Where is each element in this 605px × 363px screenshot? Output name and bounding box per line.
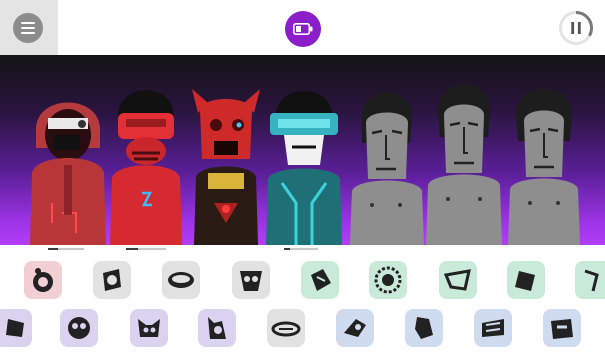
voice-sound-2-icon: [415, 317, 433, 339]
sound-icon-beat-4[interactable]: [232, 261, 270, 299]
sound-icon-melody-3[interactable]: [130, 309, 168, 347]
melody-sound-4-icon: [208, 317, 226, 339]
sound-icon-beat-3[interactable]: [162, 261, 200, 299]
top-bar: [0, 0, 605, 55]
sound-icon-effect-2[interactable]: [369, 261, 407, 299]
battery-button[interactable]: [285, 11, 321, 47]
battery-low-icon: [293, 23, 313, 35]
character-2-progress-bar: [126, 248, 166, 250]
character-2[interactable]: [104, 73, 188, 245]
beat-sound-4-icon: [240, 271, 262, 291]
hamburger-menu-icon: [21, 22, 35, 34]
character-7[interactable]: [502, 73, 586, 245]
sound-icon-beat-1[interactable]: [24, 261, 62, 299]
sound-icon-effect-4[interactable]: [507, 261, 545, 299]
voice-sound-1-icon: [344, 319, 366, 337]
melody-sound-3-icon: [138, 319, 160, 337]
character-4-progress-bar: [284, 248, 318, 250]
sound-icon-effect-1[interactable]: [301, 261, 339, 299]
sound-icon-effect-3[interactable]: [439, 261, 477, 299]
sound-icon-melody-1[interactable]: [0, 309, 32, 347]
sound-icon-melody-2[interactable]: [60, 309, 98, 347]
effect-sound-2-icon: [374, 266, 402, 294]
character-5[interactable]: [344, 73, 428, 245]
character-4[interactable]: [262, 73, 346, 245]
sound-icon-tray: [0, 253, 605, 363]
character-3[interactable]: [184, 73, 268, 245]
beat-sound-3-icon: [168, 272, 194, 288]
menu-tile: [0, 0, 58, 55]
character-1[interactable]: [26, 73, 110, 245]
menu-button[interactable]: [13, 13, 43, 43]
sound-icon-melody-5[interactable]: [267, 309, 305, 347]
character-stage: [0, 55, 605, 245]
melody-sound-5-icon: [271, 321, 301, 337]
sound-icon-voice-3[interactable]: [474, 309, 512, 347]
sound-icon-voice-1[interactable]: [336, 309, 374, 347]
beat-sound-2-icon: [103, 269, 121, 291]
melody-sound-2-icon: [68, 317, 90, 339]
character-6[interactable]: [422, 73, 506, 245]
beat-sound-1-icon: [33, 268, 53, 292]
pause-icon: [559, 11, 593, 45]
sound-icon-voice-2[interactable]: [405, 309, 443, 347]
pause-button[interactable]: [558, 10, 594, 46]
effect-sound-1-icon: [311, 269, 331, 291]
effect-sound-5-icon: [584, 269, 599, 292]
mix-progress-strip: [0, 245, 605, 253]
effect-sound-3-icon: [443, 269, 471, 291]
sound-icon-effect-5[interactable]: [575, 261, 605, 299]
character-1-progress-bar: [48, 248, 84, 250]
voice-sound-4-icon: [551, 319, 573, 339]
effect-sound-4-icon: [515, 271, 535, 291]
melody-sound-1-icon: [6, 319, 24, 337]
sound-icon-melody-4[interactable]: [198, 309, 236, 347]
sound-icon-voice-4[interactable]: [543, 309, 581, 347]
voice-sound-3-icon: [482, 319, 504, 337]
sound-icon-beat-2[interactable]: [93, 261, 131, 299]
